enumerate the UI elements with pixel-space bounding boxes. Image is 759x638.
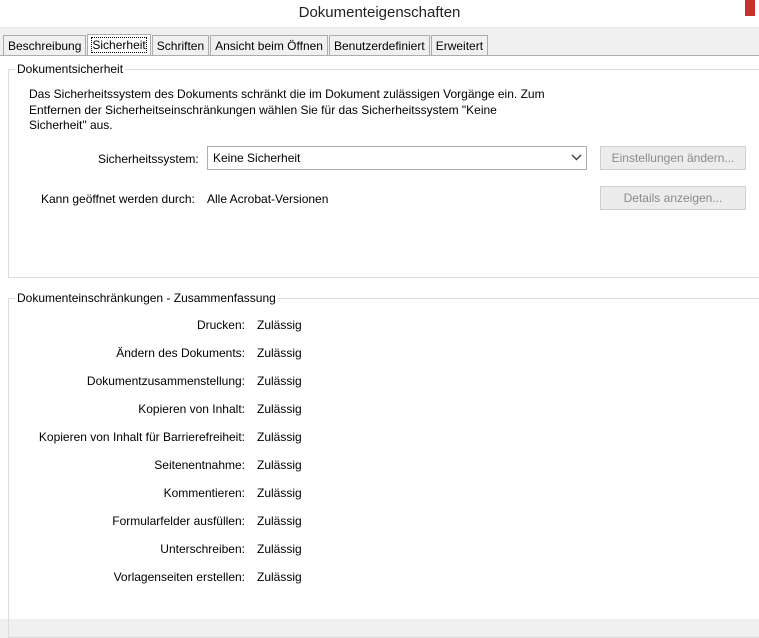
tab-schriften[interactable]: Schriften bbox=[151, 35, 210, 55]
window-title: Dokumenteigenschaften bbox=[298, 4, 461, 21]
restriction-label: Formularfelder ausfüllen: bbox=[112, 514, 245, 528]
security-description: Das Sicherheitssystem des Dokuments schr… bbox=[29, 87, 545, 132]
restriction-label: Kopieren von Inhalt für Barrierefreiheit… bbox=[38, 430, 245, 444]
tab-label: Erweitert bbox=[435, 39, 484, 53]
restriction-value: Zulässig bbox=[257, 430, 302, 444]
restriction-value: Zulässig bbox=[257, 458, 302, 472]
restriction-value: Zulässig bbox=[257, 402, 302, 416]
restrictions-summary-group: Dokumenteinschränkungen - Zusammenfassun… bbox=[8, 291, 759, 638]
tab-label: Sicherheit bbox=[91, 37, 147, 53]
security-tab-panel: Dokumentsicherheit Das Sicherheitssystem… bbox=[0, 55, 759, 638]
group-legend: Dokumenteinschränkungen - Zusammenfassun… bbox=[15, 291, 278, 305]
security-system-label: Sicherheitssystem: bbox=[98, 152, 199, 166]
restriction-value: Zulässig bbox=[257, 374, 302, 388]
restriction-label: Kommentieren: bbox=[163, 486, 245, 500]
restriction-label: Dokumentzusammenstellung: bbox=[86, 374, 245, 388]
security-system-select[interactable]: Keine Sicherheit bbox=[207, 146, 587, 170]
show-details-button[interactable]: Details anzeigen... bbox=[600, 186, 746, 210]
restriction-value: Zulässig bbox=[257, 346, 302, 360]
restriction-value: Zulässig bbox=[257, 486, 302, 500]
restriction-label: Kopieren von Inhalt: bbox=[138, 402, 245, 416]
tab-ansicht-beim-oeffnen[interactable]: Ansicht beim Öffnen bbox=[210, 35, 328, 55]
openable-by-value: Alle Acrobat-Versionen bbox=[207, 192, 329, 206]
tab-label: Benutzerdefiniert bbox=[333, 39, 425, 53]
group-legend: Dokumentsicherheit bbox=[15, 62, 126, 76]
restriction-label: Drucken: bbox=[196, 318, 245, 332]
openable-by-label: Kann geöffnet werden durch: bbox=[41, 192, 195, 206]
title-bar: Dokumenteigenschaften bbox=[0, 0, 759, 28]
tab-label: Ansicht beim Öffnen bbox=[215, 39, 323, 53]
restriction-value: Zulässig bbox=[257, 542, 302, 556]
tab-bar: Beschreibung Sicherheit Schriften Ansich… bbox=[3, 34, 489, 56]
tab-beschreibung[interactable]: Beschreibung bbox=[3, 35, 87, 55]
document-security-group: Dokumentsicherheit Das Sicherheitssystem… bbox=[8, 62, 759, 278]
change-settings-button[interactable]: Einstellungen ändern... bbox=[600, 146, 746, 170]
chevron-down-icon bbox=[571, 150, 582, 167]
restriction-value: Zulässig bbox=[257, 514, 302, 528]
tab-benutzerdefiniert[interactable]: Benutzerdefiniert bbox=[328, 35, 430, 55]
tab-erweitert[interactable]: Erweitert bbox=[430, 35, 489, 55]
restriction-label: Unterschreiben: bbox=[160, 542, 245, 556]
restriction-label: Vorlagenseiten erstellen: bbox=[113, 570, 245, 584]
restriction-label: Seitenentnahme: bbox=[154, 458, 245, 472]
tab-label: Schriften bbox=[156, 39, 205, 53]
close-button[interactable] bbox=[745, 0, 755, 16]
tab-label: Beschreibung bbox=[8, 39, 82, 53]
tab-sicherheit[interactable]: Sicherheit bbox=[87, 34, 151, 56]
security-system-value: Keine Sicherheit bbox=[213, 151, 301, 165]
restriction-value: Zulässig bbox=[257, 570, 302, 584]
restriction-label: Ändern des Dokuments: bbox=[116, 346, 245, 360]
restriction-value: Zulässig bbox=[257, 318, 302, 332]
